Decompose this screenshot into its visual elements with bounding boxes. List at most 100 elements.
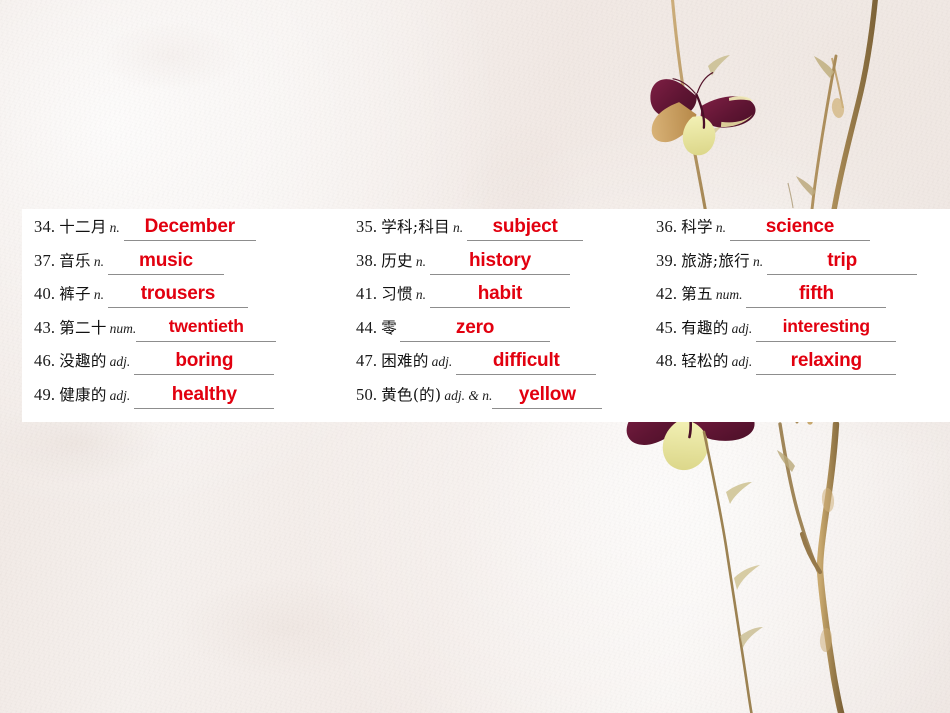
item-part-of-speech: n. [452,220,464,235]
item-number: 42. [656,284,678,303]
answer-text: fifth [799,283,834,304]
item-part-of-speech: adj. [431,354,453,369]
worksheet-item-35[interactable]: 35. 学科;科目 n. subject [344,215,644,243]
branch-lower-left-thin [702,430,763,713]
answer-blank[interactable]: relaxing [756,349,897,375]
item-number: 50. [356,384,378,404]
answer-blank[interactable]: subject [467,215,584,241]
answer-blank[interactable]: twentieth [136,316,277,342]
answer-text: habit [477,283,523,304]
item-number: 47. [356,351,378,370]
answer-text: yellow [518,383,576,405]
item-part-of-speech: num. [109,320,137,336]
worksheet-item-34[interactable]: 34. 十二月 n. December [22,215,344,243]
answer-blank[interactable]: science [729,215,870,241]
item-chinese: 历史 [381,251,413,270]
worksheet-item-39[interactable]: 39. 旅游;旅行 n. trip [644,249,950,277]
item-number: 49. [34,384,56,404]
worksheet-item-49[interactable]: 49. 健康的 adj. healthy [22,383,344,411]
answer-blank[interactable]: boring [134,349,275,375]
item-number: 43. [34,317,56,337]
item-part-of-speech: adj. [109,354,131,369]
worksheet-item-38[interactable]: 38. 历史 n. history [344,249,644,277]
answer-blank[interactable]: history [429,249,570,275]
item-number: 34. [34,217,56,236]
answer-blank[interactable]: trousers [107,282,248,308]
worksheet-item-46[interactable]: 46. 没趣的 adj. boring [22,349,344,377]
worksheet-item-36[interactable]: 36. 科学 n. science [644,215,950,243]
table-row: 43. 第二十 num. twentieth 44. 零 zero 45. 有趣… [22,316,950,350]
item-number: 41. [356,284,378,303]
branch-lower-center [777,422,824,582]
item-part-of-speech: adj. [731,354,753,369]
item-number: 36. [656,217,678,236]
answer-text: history [468,249,531,271]
item-chinese: 第二十 [59,318,107,337]
answer-text: music [139,249,193,271]
item-number: 37. [34,250,56,270]
table-row: 40. 裤子 n. trousers 41. 习惯 n. habit 42. 第… [22,282,950,316]
item-part-of-speech: n. [93,287,104,302]
answer-text: December [144,216,235,237]
item-number: 44. [356,317,378,337]
worksheet-item-41[interactable]: 41. 习惯 n. habit [344,282,644,310]
worksheet-item-42[interactable]: 42. 第五 num. fifth [644,282,950,310]
item-chinese: 旅游;旅行 [681,251,750,270]
item-chinese: 困难的 [381,352,429,370]
item-part-of-speech: n. [109,220,120,235]
answer-text: trip [827,249,857,271]
worksheet-item-40[interactable]: 40. 裤子 n. trousers [22,282,344,310]
worksheet-item-47[interactable]: 47. 困难的 adj. difficult [344,349,644,377]
item-chinese: 有趣的 [681,318,729,337]
item-chinese: 裤子 [59,285,91,303]
item-number: 45. [656,317,678,337]
item-part-of-speech: adj. [109,387,131,403]
worksheet-item-48[interactable]: 48. 轻松的 adj. relaxing [644,349,950,377]
answer-text: zero [455,316,495,338]
item-chinese: 科学 [681,218,713,236]
answer-text: interesting [782,316,870,337]
answer-blank[interactable]: healthy [134,383,275,409]
answer-blank[interactable]: yellow [492,383,603,409]
item-part-of-speech: n. [415,253,426,269]
answer-text: trousers [140,283,216,304]
answer-blank[interactable]: interesting [756,316,897,342]
answer-blank[interactable]: trip [767,249,918,275]
answer-text: boring [175,350,234,371]
item-number: 46. [34,351,56,370]
item-part-of-speech: n. [715,220,726,235]
answer-text: healthy [171,383,237,405]
answer-blank[interactable]: difficult [456,349,597,375]
item-part-of-speech: n. [93,253,104,269]
item-chinese: 十二月 [59,218,107,236]
item-chinese: 没趣的 [59,352,107,370]
item-chinese: 健康的 [59,385,107,404]
answer-text: subject [492,216,558,237]
answer-blank[interactable]: habit [429,282,570,308]
worksheet-item-43[interactable]: 43. 第二十 num. twentieth [22,316,344,344]
worksheet-item-44[interactable]: 44. 零 zero [344,316,644,344]
answer-blank[interactable]: December [123,215,256,241]
item-number: 48. [656,351,678,370]
item-number: 39. [656,250,678,270]
table-row: 37. 音乐 n. music 38. 历史 n. history 39. 旅游… [22,249,950,283]
worksheet-item-45[interactable]: 45. 有趣的 adj. interesting [644,316,950,344]
answer-blank[interactable]: zero [400,316,551,342]
item-number: 38. [356,250,378,270]
worksheet-item-37[interactable]: 37. 音乐 n. music [22,249,344,277]
table-row: 46. 没趣的 adj. boring 47. 困难的 adj. difficu… [22,349,950,383]
answer-blank[interactable]: music [107,249,224,275]
item-chinese: 学科;科目 [381,218,450,236]
answer-text: science [765,216,835,237]
table-row: 49. 健康的 adj. healthy 50. 黄色(的) adj. & n.… [22,383,950,417]
item-chinese: 零 [381,318,398,337]
answer-blank[interactable]: fifth [746,282,887,308]
item-chinese: 音乐 [59,251,91,270]
branch-lower-right-thick [799,420,845,713]
item-part-of-speech: adj. & n. [444,387,493,403]
butterfly-upper [650,71,756,156]
worksheet-item-50[interactable]: 50. 黄色(的) adj. & n. yellow [344,383,644,411]
slide-canvas: 34. 十二月 n. December 35. 学科;科目 n. subject… [0,0,950,713]
worksheet-rows: 34. 十二月 n. December 35. 学科;科目 n. subject… [22,215,950,416]
answer-text: relaxing [790,350,862,371]
